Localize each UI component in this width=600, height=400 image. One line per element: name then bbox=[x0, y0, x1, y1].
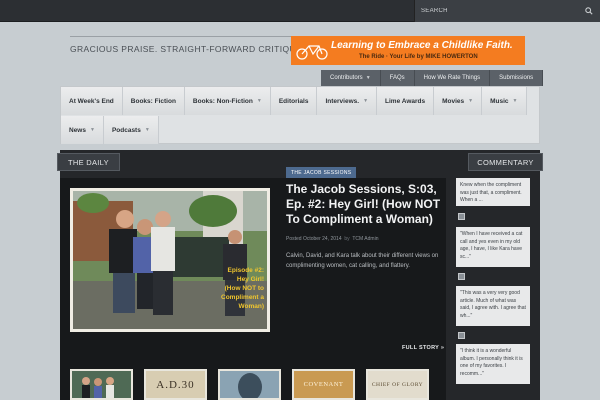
subnav-item-label: FAQs bbox=[389, 75, 405, 81]
nav-item-label: Editorials bbox=[278, 97, 309, 105]
post-meta: Posted October 24, 2014 by TCM Admin bbox=[286, 236, 378, 242]
nav-item-label: Movies bbox=[442, 97, 465, 105]
nav-item-movies[interactable]: Movies ▼ bbox=[434, 87, 483, 115]
thumbnail-5[interactable]: CHIEF OF GLORY bbox=[366, 369, 429, 400]
top-bar bbox=[0, 0, 600, 22]
chevron-down-icon: ▼ bbox=[89, 127, 95, 133]
nav-item-books-non-fiction[interactable]: Books: Non-Fiction ▼ bbox=[184, 87, 271, 115]
nav-item-books-fiction[interactable]: Books: Fiction bbox=[122, 87, 185, 115]
nav-item-label: Podcasts bbox=[111, 126, 141, 134]
nav-item-news[interactable]: News ▼ bbox=[61, 116, 104, 144]
subnav-item-how-we-rate[interactable]: How We Rate Things bbox=[414, 70, 491, 86]
main-nav-row: News ▼ Podcasts ▼ bbox=[61, 116, 159, 144]
chevron-down-icon: ▼ bbox=[365, 75, 371, 81]
full-story-link[interactable]: FULL STORY » bbox=[402, 345, 444, 351]
search-button[interactable] bbox=[578, 0, 600, 22]
comment-text: "When I have received a cat call and yes… bbox=[460, 231, 523, 260]
chevron-down-icon: ▼ bbox=[363, 98, 369, 104]
commenter-avatar[interactable] bbox=[458, 273, 465, 280]
main-nav-row: At Week's End Books: Fiction Books: Non-… bbox=[61, 87, 527, 115]
site-tagline[interactable]: GRACIOUS PRAISE. STRAIGHT-FORWARD CRITIQ… bbox=[70, 36, 305, 54]
thumbnail-4[interactable]: COVENANT bbox=[292, 369, 355, 400]
header-ad-banner[interactable]: Learning to Embrace a Childlike Faith. T… bbox=[291, 36, 525, 65]
featured-image[interactable]: Episode #2: Hey Girl! (How NOT to Compli… bbox=[70, 188, 270, 332]
thumbnail-1[interactable] bbox=[70, 369, 133, 400]
subnav-item-faqs[interactable]: FAQs bbox=[380, 70, 415, 86]
nav-item-at-weeks-end[interactable]: At Week's End bbox=[61, 87, 123, 115]
thumbnail-text: A.D.30 bbox=[156, 378, 195, 391]
nav-item-editorials[interactable]: Editorials bbox=[270, 87, 318, 115]
nav-item-label: News bbox=[69, 126, 86, 134]
post-date: Posted October 24, 2014 bbox=[286, 236, 342, 242]
comment-excerpt[interactable]: Knew when the compliment was just that, … bbox=[456, 178, 530, 206]
thumbnail-strip: A.D.30 COVENANT CHIEF OF GLORY bbox=[70, 369, 429, 400]
nav-item-interviews[interactable]: Interviews. ▼ bbox=[317, 87, 378, 115]
nav-item-label: Music bbox=[490, 97, 509, 105]
comment-text: Knew when the compliment was just that, … bbox=[460, 182, 522, 203]
thumbnail-3[interactable] bbox=[218, 369, 281, 400]
comment-text: "This was a very very good article. Much… bbox=[460, 290, 526, 319]
nav-item-music[interactable]: Music ▼ bbox=[482, 87, 527, 115]
category-tag[interactable]: THE JACOB SESSIONS bbox=[286, 167, 357, 178]
post-excerpt: Calvin, David, and Kara talk about their… bbox=[286, 253, 439, 269]
nav-item-label: At Week's End bbox=[69, 97, 114, 105]
secondary-nav: Contributors ▼ FAQs How We Rate Things S… bbox=[321, 70, 544, 86]
main-nav: At Week's End Books: Fiction Books: Non-… bbox=[60, 86, 540, 144]
search-input[interactable] bbox=[421, 5, 571, 17]
bicycle-icon bbox=[296, 45, 328, 60]
post-author[interactable]: TCM Admin bbox=[352, 236, 378, 242]
comment-excerpt[interactable]: "This was a very very good article. Much… bbox=[456, 286, 530, 326]
section-tab-commentary: COMMENTARY bbox=[468, 153, 543, 171]
thumbnail-text: COVENANT bbox=[303, 381, 344, 388]
nav-item-label: Lime Awards bbox=[385, 97, 426, 105]
subnav-item-label: How We Rate Things bbox=[423, 75, 481, 81]
chevron-down-icon: ▼ bbox=[468, 98, 474, 104]
featured-image-caption: Episode #2: Hey Girl! (How NOT to Compli… bbox=[221, 267, 264, 310]
subnav-item-contributors[interactable]: Contributors ▼ bbox=[321, 70, 381, 86]
thumbnail-text: CHIEF OF GLORY bbox=[371, 381, 424, 388]
thumbnail-image bbox=[72, 371, 131, 398]
thumbnail-image bbox=[220, 371, 279, 398]
section-tab-the-daily: THE DAILY bbox=[57, 153, 120, 171]
nav-item-podcasts[interactable]: Podcasts ▼ bbox=[103, 116, 159, 144]
search-icon bbox=[585, 7, 593, 15]
ad-headline: Learning to Embrace a Childlike Faith. bbox=[331, 40, 513, 51]
search-box bbox=[414, 0, 600, 22]
nav-item-lime-awards[interactable]: Lime Awards bbox=[377, 87, 435, 115]
subnav-item-submissions[interactable]: Submissions bbox=[490, 70, 544, 86]
post-by: by bbox=[344, 236, 350, 242]
comment-text: "I think it is a wonderful album. I pers… bbox=[460, 348, 523, 377]
commenter-avatar[interactable] bbox=[458, 332, 465, 339]
nav-item-label: Books: Fiction bbox=[130, 97, 176, 105]
nav-item-label: Interviews. bbox=[325, 97, 360, 105]
subnav-item-label: Contributors bbox=[330, 75, 363, 81]
ad-subline: The Ride · Your Life by MIKE HOWERTON bbox=[359, 54, 478, 60]
chevron-down-icon: ▼ bbox=[256, 98, 262, 104]
post-title[interactable]: The Jacob Sessions, S:03, Ep. #2: Hey Gi… bbox=[286, 182, 446, 227]
chevron-down-icon: ▼ bbox=[512, 98, 518, 104]
thumbnail-2[interactable]: A.D.30 bbox=[144, 369, 207, 400]
chevron-down-icon: ▼ bbox=[144, 127, 150, 133]
nav-item-label: Books: Non-Fiction bbox=[192, 97, 253, 105]
comment-excerpt[interactable]: "When I have received a cat call and yes… bbox=[456, 227, 530, 267]
subnav-item-label: Submissions bbox=[499, 75, 534, 81]
comment-excerpt[interactable]: "I think it is a wonderful album. I pers… bbox=[456, 344, 530, 384]
commenter-avatar[interactable] bbox=[458, 213, 465, 220]
